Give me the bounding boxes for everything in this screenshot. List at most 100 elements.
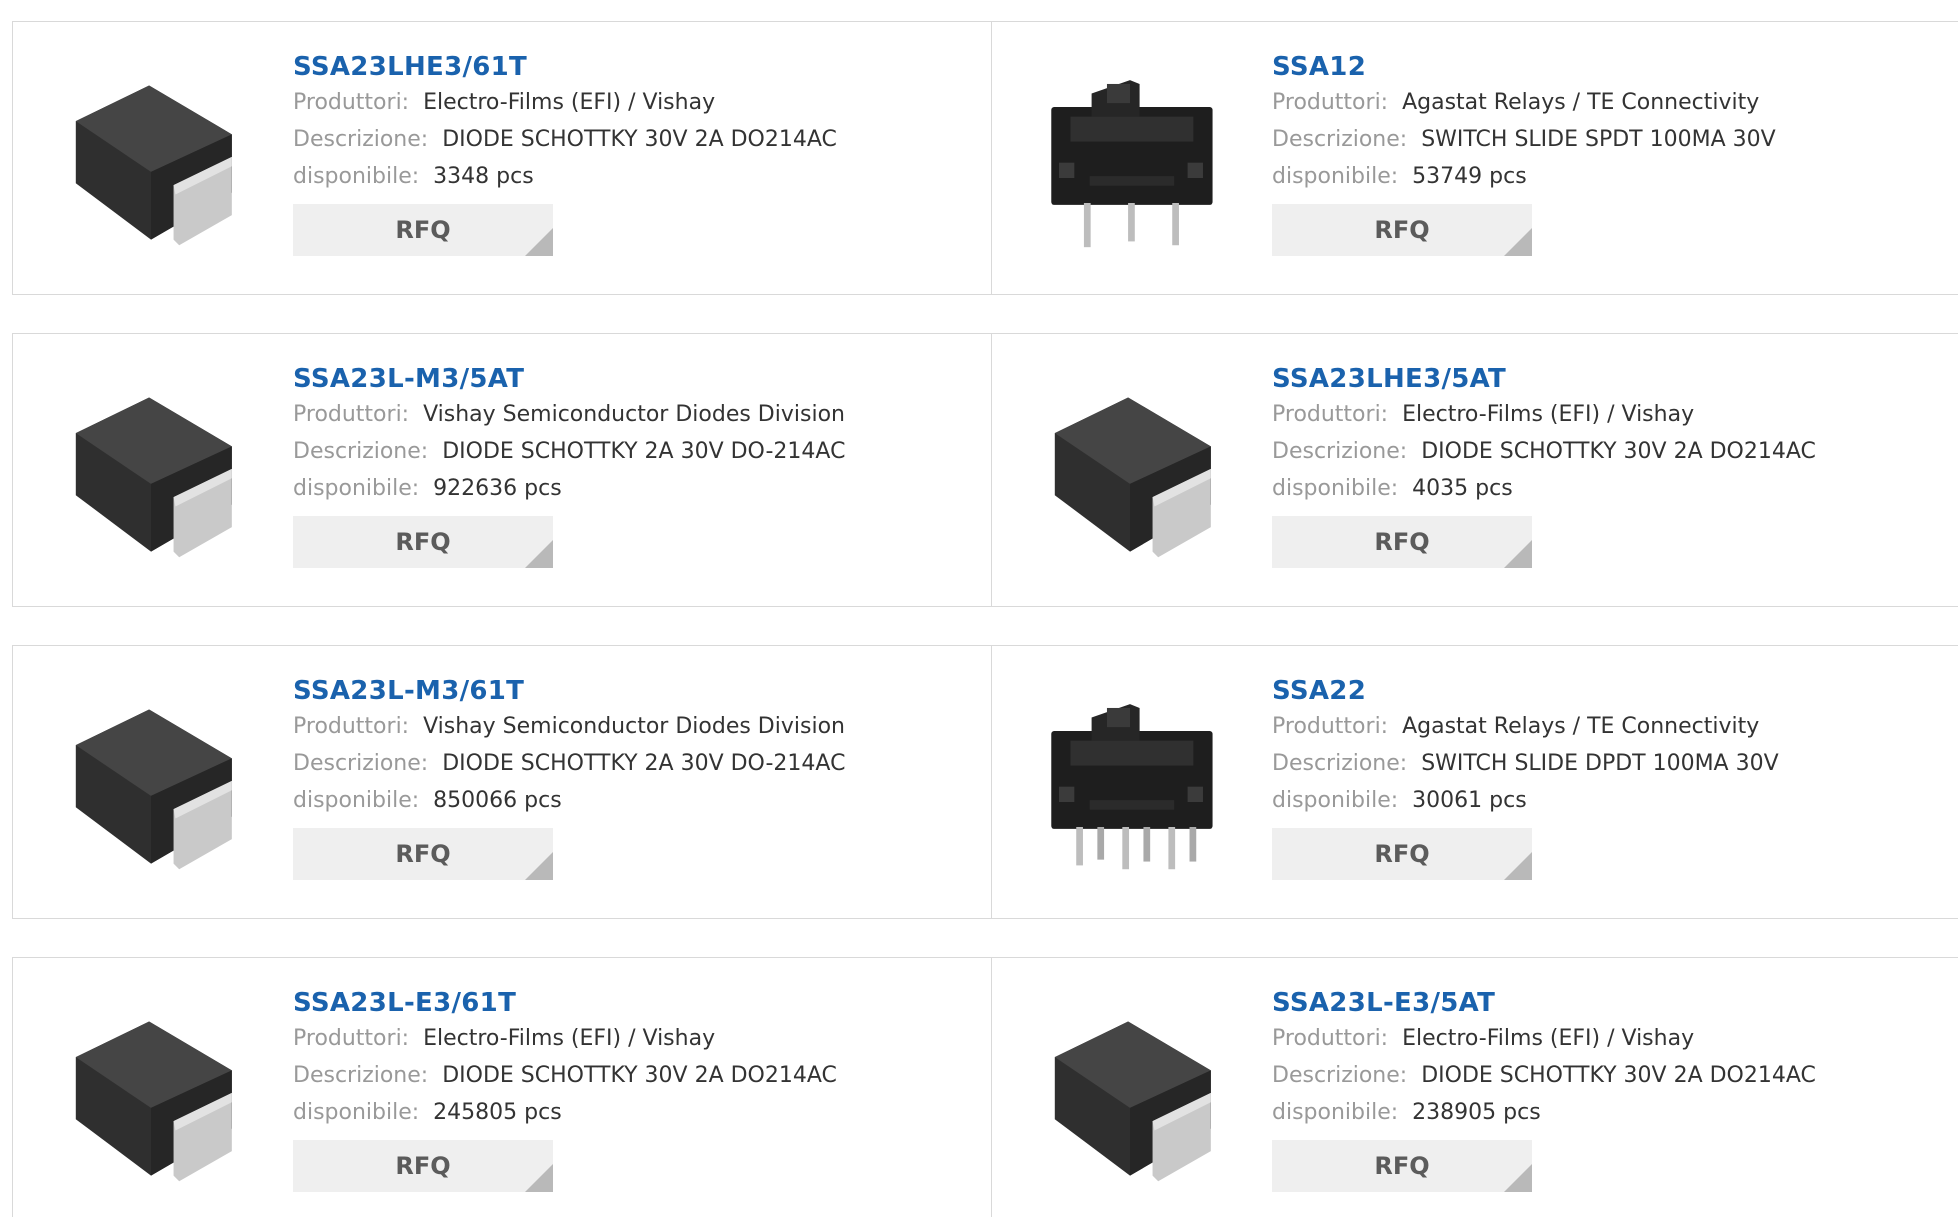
manufacturer-value: Agastat Relays / TE Connectivity <box>1402 714 1760 739</box>
manufacturer-field: Produttori: Vishay Semiconductor Diodes D… <box>293 708 973 745</box>
availability-value: 30061 pcs <box>1412 788 1527 813</box>
availability-field: disponibile: 922636 pcs <box>293 470 973 507</box>
manufacturer-field: Produttori: Electro-Films (EFI) / Vishay <box>1272 396 1952 433</box>
manufacturer-label: Produttori: <box>1272 1026 1389 1051</box>
product-row: SSA23L-E3/61T Produttori: Electro-Films (… <box>12 957 1958 1217</box>
availability-label: disponibile: <box>293 788 420 813</box>
part-number-link[interactable]: SSA23L-E3/5AT <box>1272 986 1952 1020</box>
availability-field: disponibile: 850066 pcs <box>293 782 973 819</box>
description-value: DIODE SCHOTTKY 30V 2A DO214AC <box>442 127 837 152</box>
description-label: Descrizione: <box>1272 751 1408 776</box>
product-card: SSA23LHE3/5AT Produttori: Electro-Films (… <box>991 334 1958 606</box>
part-number-link[interactable]: SSA22 <box>1272 674 1952 708</box>
diode-do214ac-icon[interactable] <box>53 988 249 1194</box>
availability-field: disponibile: 238905 pcs <box>1272 1094 1952 1131</box>
description-value: DIODE SCHOTTKY 30V 2A DO214AC <box>442 1063 837 1088</box>
manufacturer-field: Produttori: Electro-Films (EFI) / Vishay <box>1272 1020 1952 1057</box>
description-field: Descrizione: DIODE SCHOTTKY 30V 2A DO214A… <box>1272 433 1952 470</box>
product-card: SSA12 Produttori: Agastat Relays / TE Con… <box>991 22 1958 294</box>
description-value: DIODE SCHOTTKY 2A 30V DO-214AC <box>442 751 846 776</box>
availability-label: disponibile: <box>293 1100 420 1125</box>
description-label: Descrizione: <box>1272 1063 1408 1088</box>
description-label: Descrizione: <box>1272 439 1408 464</box>
description-label: Descrizione: <box>1272 127 1408 152</box>
product-row: SSA23LHE3/61T Produttori: Electro-Films (… <box>12 21 1958 295</box>
availability-label: disponibile: <box>1272 1100 1399 1125</box>
description-field: Descrizione: DIODE SCHOTTKY 30V 2A DO214A… <box>293 1057 973 1094</box>
product-card: SSA23L-E3/61T Produttori: Electro-Films (… <box>13 958 991 1217</box>
manufacturer-value: Electro-Films (EFI) / Vishay <box>1402 1026 1695 1051</box>
availability-field: disponibile: 3348 pcs <box>293 158 973 195</box>
manufacturer-field: Produttori: Agastat Relays / TE Connectiv… <box>1272 84 1952 121</box>
description-label: Descrizione: <box>293 439 429 464</box>
part-number-link[interactable]: SSA23LHE3/61T <box>293 50 973 84</box>
part-number-link[interactable]: SSA23L-M3/61T <box>293 674 973 708</box>
availability-value: 3348 pcs <box>433 164 534 189</box>
availability-label: disponibile: <box>1272 164 1399 189</box>
description-label: Descrizione: <box>293 751 429 776</box>
availability-value: 238905 pcs <box>1412 1100 1541 1125</box>
availability-field: disponibile: 30061 pcs <box>1272 782 1952 819</box>
product-row: SSA23L-M3/61T Produttori: Vishay Semicond… <box>12 645 1958 919</box>
part-number-link[interactable]: SSA12 <box>1272 50 1952 84</box>
description-field: Descrizione: SWITCH SLIDE DPDT 100MA 30V <box>1272 745 1952 782</box>
availability-field: disponibile: 4035 pcs <box>1272 470 1952 507</box>
description-value: DIODE SCHOTTKY 30V 2A DO214AC <box>1421 1063 1816 1088</box>
availability-value: 245805 pcs <box>433 1100 562 1125</box>
availability-field: disponibile: 245805 pcs <box>293 1094 973 1131</box>
rfq-button[interactable]: RFQ <box>293 516 553 568</box>
manufacturer-label: Produttori: <box>293 714 410 739</box>
availability-value: 922636 pcs <box>433 476 562 501</box>
product-row: SSA23L-M3/5AT Produttori: Vishay Semicond… <box>12 333 1958 607</box>
availability-label: disponibile: <box>293 164 420 189</box>
rfq-button[interactable]: RFQ <box>1272 1140 1532 1192</box>
diode-do214ac-icon[interactable] <box>1032 988 1228 1194</box>
rfq-button[interactable]: RFQ <box>1272 828 1532 880</box>
rfq-button[interactable]: RFQ <box>1272 204 1532 256</box>
availability-label: disponibile: <box>1272 476 1399 501</box>
diode-do214ac-icon[interactable] <box>53 52 249 258</box>
description-field: Descrizione: DIODE SCHOTTKY 30V 2A DO214A… <box>293 121 973 158</box>
manufacturer-label: Produttori: <box>1272 90 1389 115</box>
rfq-button[interactable]: RFQ <box>1272 516 1532 568</box>
description-label: Descrizione: <box>293 1063 429 1088</box>
rfq-button[interactable]: RFQ <box>293 828 553 880</box>
rfq-button[interactable]: RFQ <box>293 204 553 256</box>
description-field: Descrizione: SWITCH SLIDE SPDT 100MA 30V <box>1272 121 1952 158</box>
diode-do214ac-icon[interactable] <box>53 364 249 570</box>
manufacturer-value: Agastat Relays / TE Connectivity <box>1402 90 1760 115</box>
availability-label: disponibile: <box>293 476 420 501</box>
manufacturer-field: Produttori: Vishay Semiconductor Diodes D… <box>293 396 973 433</box>
product-card: SSA23LHE3/61T Produttori: Electro-Films (… <box>13 22 991 294</box>
manufacturer-value: Electro-Films (EFI) / Vishay <box>1402 402 1695 427</box>
availability-value: 53749 pcs <box>1412 164 1527 189</box>
manufacturer-field: Produttori: Electro-Films (EFI) / Vishay <box>293 1020 973 1057</box>
rfq-button[interactable]: RFQ <box>293 1140 553 1192</box>
slide-switch-spdt-icon[interactable] <box>1032 52 1228 258</box>
manufacturer-label: Produttori: <box>1272 402 1389 427</box>
manufacturer-value: Electro-Films (EFI) / Vishay <box>423 1026 716 1051</box>
part-number-link[interactable]: SSA23L-E3/61T <box>293 986 973 1020</box>
description-field: Descrizione: DIODE SCHOTTKY 2A 30V DO-214… <box>293 433 973 470</box>
description-value: SWITCH SLIDE SPDT 100MA 30V <box>1421 127 1776 152</box>
manufacturer-label: Produttori: <box>293 1026 410 1051</box>
manufacturer-label: Produttori: <box>1272 714 1389 739</box>
product-card: SSA23L-M3/61T Produttori: Vishay Semicond… <box>13 646 991 918</box>
availability-label: disponibile: <box>1272 788 1399 813</box>
description-field: Descrizione: DIODE SCHOTTKY 2A 30V DO-214… <box>293 745 973 782</box>
description-label: Descrizione: <box>293 127 429 152</box>
manufacturer-field: Produttori: Agastat Relays / TE Connectiv… <box>1272 708 1952 745</box>
product-card: SSA23L-M3/5AT Produttori: Vishay Semicond… <box>13 334 991 606</box>
diode-do214ac-icon[interactable] <box>1032 364 1228 570</box>
manufacturer-value: Vishay Semiconductor Diodes Division <box>423 714 845 739</box>
diode-do214ac-icon[interactable] <box>53 676 249 882</box>
product-card: SSA23L-E3/5AT Produttori: Electro-Films (… <box>991 958 1958 1217</box>
slide-switch-dpdt-icon[interactable] <box>1032 676 1228 882</box>
manufacturer-label: Produttori: <box>293 402 410 427</box>
part-number-link[interactable]: SSA23LHE3/5AT <box>1272 362 1952 396</box>
part-number-link[interactable]: SSA23L-M3/5AT <box>293 362 973 396</box>
availability-value: 850066 pcs <box>433 788 562 813</box>
manufacturer-value: Vishay Semiconductor Diodes Division <box>423 402 845 427</box>
description-value: DIODE SCHOTTKY 2A 30V DO-214AC <box>442 439 846 464</box>
availability-field: disponibile: 53749 pcs <box>1272 158 1952 195</box>
